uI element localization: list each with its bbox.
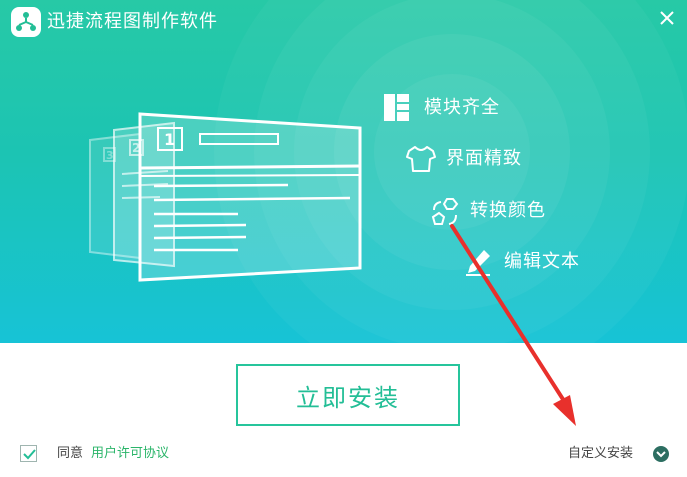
license-agreement-link[interactable]: 用户许可协议	[91, 444, 169, 464]
custom-install-label: 自定义安装	[568, 446, 634, 461]
checkmark-icon	[23, 449, 36, 460]
document-pages-illustration: 3 2 1	[88, 108, 378, 288]
tshirt-icon	[406, 145, 436, 173]
install-now-button[interactable]: 立即安装	[236, 364, 460, 426]
close-icon	[660, 11, 674, 25]
chevron-down-circle-icon	[652, 445, 670, 463]
app-title: 迅捷流程图制作软件	[47, 11, 218, 32]
page-one: 1	[138, 112, 362, 282]
feature-label: 模块齐全	[424, 97, 500, 118]
feature-label: 编辑文本	[504, 251, 580, 272]
feature-label: 转换颜色	[470, 200, 546, 221]
flowchart-logo-icon	[11, 7, 41, 37]
title-bar: 迅捷流程图制作软件	[0, 0, 687, 44]
installer-window: 迅捷流程图制作软件 3 2 1 模块齐全 界面精致 转换颜色 编辑文本 立即安装…	[0, 0, 687, 477]
feature-label: 界面精致	[446, 148, 522, 169]
agree-label: 同意	[57, 446, 84, 461]
pencil-icon	[464, 248, 492, 276]
page-number-1: 1	[164, 130, 175, 149]
agree-checkbox[interactable]	[20, 445, 37, 462]
hero-banner: 迅捷流程图制作软件 3 2 1 模块齐全 界面精致 转换颜色 编辑文本	[0, 0, 687, 343]
page-number-3: 3	[106, 149, 114, 162]
color-switch-icon	[430, 197, 459, 225]
close-button[interactable]	[655, 6, 679, 30]
module-grid-icon	[384, 94, 412, 122]
